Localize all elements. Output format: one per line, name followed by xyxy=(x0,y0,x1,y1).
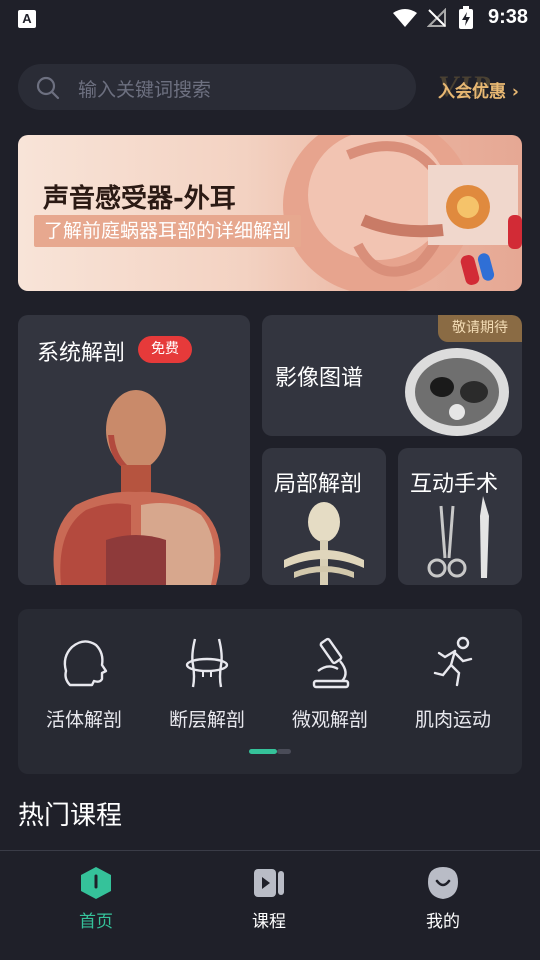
muscle-body-illustration xyxy=(53,390,221,585)
banner-title: 声音感受器-外耳 xyxy=(43,184,236,214)
coming-soon-badge: 敬请期待 xyxy=(438,315,522,342)
vip-offer-link[interactable]: VIP 入会优惠 › xyxy=(438,70,528,106)
card-systematic-anatomy[interactable]: 系统解剖 免费 xyxy=(18,315,250,585)
torso-section-icon xyxy=(185,638,229,688)
wifi-icon xyxy=(393,9,417,27)
banner-subtitle: 了解前庭蜗器耳部的详细解剖 xyxy=(34,215,302,247)
bottom-tab-bar: 首页 课程 我的 xyxy=(0,850,540,960)
surgical-tools-illustration xyxy=(427,496,489,578)
shortcut-panel: 活体解剖 断层解剖 微观解剖 肌肉运动 xyxy=(18,609,522,774)
search-icon xyxy=(36,76,60,100)
search-placeholder: 输入关键词搜索 xyxy=(78,79,212,101)
card-imaging-atlas[interactable]: 影像图谱 敬请期待 xyxy=(262,315,522,436)
shortcut-label: 活体解剖 xyxy=(45,709,122,731)
page-indicator-active xyxy=(249,749,277,754)
shortcut-live-anatomy[interactable]: 活体解剖 xyxy=(29,631,139,731)
search-input[interactable]: 输入关键词搜索 xyxy=(18,64,416,110)
shortcut-muscle-motion[interactable]: 肌肉运动 xyxy=(398,631,508,731)
card-interactive-surgery[interactable]: 互动手术 xyxy=(398,448,522,585)
shortcut-label: 肌肉运动 xyxy=(414,709,491,731)
course-video-icon xyxy=(254,869,284,897)
profile-face-icon xyxy=(428,867,458,899)
vip-offer-label: 入会优惠 › xyxy=(438,82,519,102)
card-regional-anatomy[interactable]: 局部解剖 xyxy=(262,448,386,585)
shortcut-sectional-anatomy[interactable]: 断层解剖 xyxy=(152,631,262,731)
tab-profile[interactable]: 我的 xyxy=(383,865,503,935)
section-title-hot-courses: 热门课程 xyxy=(18,801,123,831)
skeleton-illustration xyxy=(284,502,364,585)
tab-home[interactable]: 首页 xyxy=(36,865,156,935)
shortcut-label: 微观解剖 xyxy=(291,709,368,731)
card-title: 影像图谱 xyxy=(275,366,364,391)
tab-label: 课程 xyxy=(252,912,286,932)
app-notification-icon: A xyxy=(18,10,36,28)
promo-banner[interactable]: 声音感受器-外耳 了解前庭蜗器耳部的详细解剖 xyxy=(18,135,522,291)
free-badge: 免费 xyxy=(138,336,192,363)
page-indicator xyxy=(249,749,291,755)
no-signal-icon xyxy=(427,8,446,27)
card-title: 局部解剖 xyxy=(274,472,363,497)
head-profile-icon xyxy=(63,640,108,687)
tab-label: 我的 xyxy=(426,912,460,932)
ct-scan-image xyxy=(405,348,509,436)
status-time: 9:38 xyxy=(487,6,528,28)
shortcut-micro-anatomy[interactable]: 微观解剖 xyxy=(275,631,385,731)
microscope-icon xyxy=(312,637,350,689)
running-person-icon xyxy=(433,636,473,687)
card-title: 互动手术 xyxy=(410,472,499,497)
tab-courses[interactable]: 课程 xyxy=(209,865,329,935)
status-bar: A 9:38 xyxy=(0,0,540,36)
tab-label: 首页 xyxy=(79,912,113,932)
shortcut-label: 断层解剖 xyxy=(168,709,245,731)
ear-anatomy-illustration xyxy=(283,135,522,291)
battery-charging-icon xyxy=(459,6,473,29)
card-title: 系统解剖 xyxy=(37,341,126,366)
page-indicator-inactive xyxy=(277,749,291,754)
home-icon xyxy=(81,867,111,899)
